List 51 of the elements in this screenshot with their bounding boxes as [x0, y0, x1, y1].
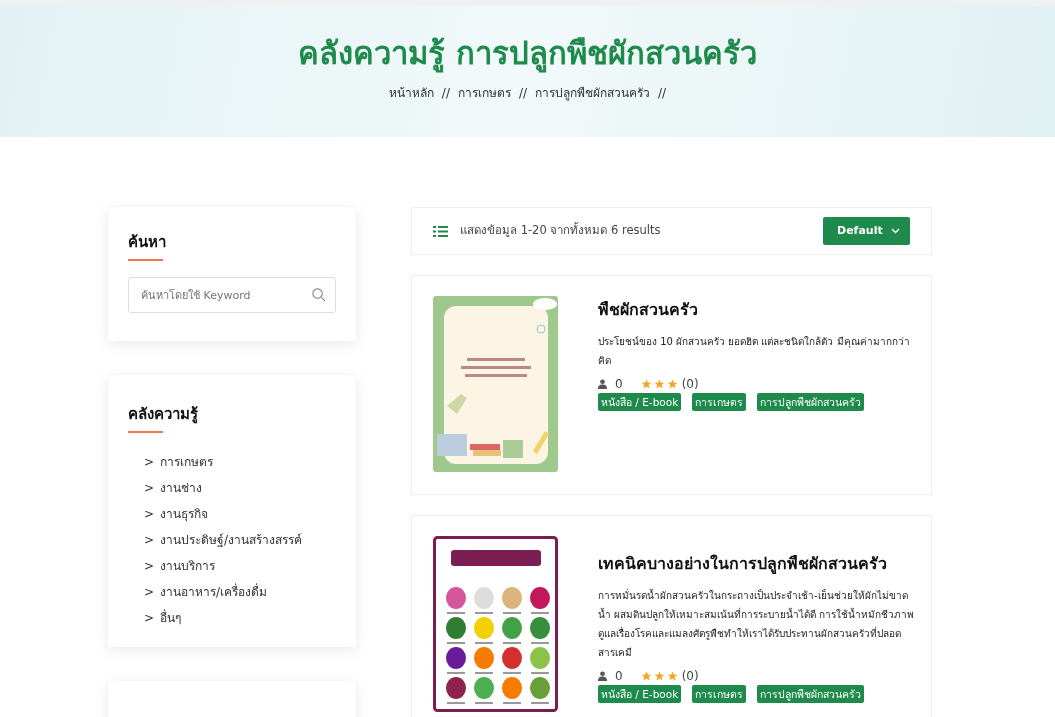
star-icon	[640, 378, 652, 390]
breadcrumb-separator: //	[658, 85, 667, 102]
sort-dropdown[interactable]: Default	[823, 217, 910, 245]
breadcrumb-link[interactable]: การเกษตร	[457, 84, 511, 102]
chevron-icon: >	[144, 453, 155, 471]
category-link[interactable]: งานอาหาร/เครื่องดื่ม	[160, 583, 268, 601]
star-icon	[666, 378, 678, 390]
book-description: การหมั่นรดน้ำผักสวนครัวในกระถางเป็นประจำเช้า-เย็นช่วยให้ผักไม่ขาดน้ำ ผสมดินปลูกให้เหมาะสมเน้นที่การระบายน้ำได้ดี การใช้น้ำหมักชีวภาพดูแลเรื่องโรคและแมลงศัตรูพืชทำให้เราได้รับประทานผักสวนครัวที่ปลอดสารเคมี	[598, 587, 916, 660]
category-link[interactable]: อื่นๆ	[160, 609, 182, 627]
category-link[interactable]: งานธุรกิจ	[160, 505, 209, 523]
search-field[interactable]: ค้นหาโดยใช้ Keyword	[128, 277, 336, 313]
category-tag[interactable]: การปลูกพืชผักสวนครัว	[757, 685, 865, 703]
chevron-icon: >	[144, 505, 155, 523]
category-tag[interactable]: หนังสือ / E-book	[598, 393, 682, 411]
review-count: (0)	[681, 376, 699, 392]
category-link[interactable]: งานบริการ	[160, 557, 216, 575]
widget-title: คลังความรู้	[128, 404, 198, 425]
category-link[interactable]: งานช่าง	[160, 479, 203, 497]
view-count: 0	[615, 668, 623, 684]
review-count: (0)	[681, 668, 699, 684]
chevron-icon: >	[144, 557, 155, 575]
book-description: ประโยชน์ของ 10 ผักสวนครัว ยอดฮิต แต่ละชนิดใกล้ตัว มีคุณค่ามากกว่าคิด	[598, 335, 911, 368]
book-title[interactable]: เทคนิคบางอย่างในการปลูกพืชผักสวนครัว	[598, 536, 917, 576]
category-tag[interactable]: การเกษตร	[692, 685, 747, 703]
breadcrumb-separator: //	[518, 85, 528, 102]
star-icon	[640, 670, 652, 682]
user-icon	[598, 671, 607, 681]
list-icon[interactable]	[433, 224, 448, 238]
category-link[interactable]: งานประดิษฐ์/งานสร้างสรรค์	[160, 531, 303, 549]
chevron-icon: >	[144, 609, 155, 627]
category-tag[interactable]: การเกษตร	[692, 393, 747, 411]
results-summary: แสดงข้อมูล 1-20 จากทั้งหมด 6 results	[460, 223, 662, 239]
view-count: 0	[615, 376, 623, 392]
breadcrumb-link[interactable]: หน้าหลัก	[388, 84, 434, 102]
user-icon	[598, 379, 607, 389]
chevron-icon: >	[144, 479, 155, 497]
category-link[interactable]: การเกษตร	[160, 453, 214, 471]
page-title: คลังความรู้ การปลูกพืชผักสวนครัว	[298, 34, 757, 74]
chevron-icon: >	[144, 531, 155, 549]
chevron-icon: >	[144, 583, 155, 601]
category-tag[interactable]: การปลูกพืชผักสวนครัว	[757, 393, 865, 411]
search-icon[interactable]	[311, 287, 326, 302]
category-tag[interactable]: หนังสือ / E-book	[598, 685, 682, 703]
star-icon	[653, 378, 665, 390]
chevron-down-icon	[891, 228, 900, 234]
star-icon	[666, 670, 678, 682]
breadcrumb-link[interactable]: การปลูกพืชผักสวนครัว	[535, 84, 651, 102]
star-icon	[653, 670, 665, 682]
breadcrumb-separator: //	[441, 85, 450, 102]
book-title[interactable]: พืชผักสวนครัว	[598, 296, 917, 322]
widget-title: ค้นหา	[128, 232, 166, 253]
